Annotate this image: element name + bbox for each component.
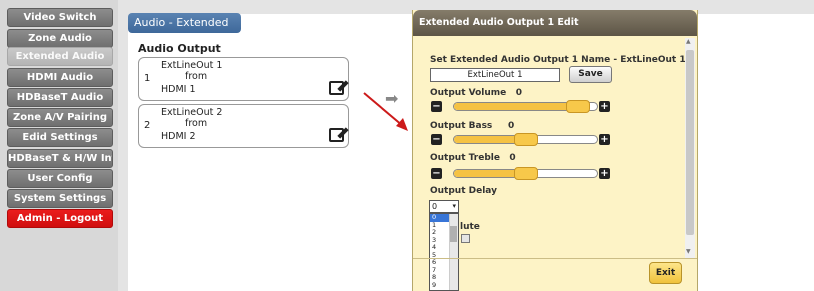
output-number: 1 (144, 73, 151, 84)
sidebar-item-system-settings[interactable]: System Settings (7, 189, 113, 208)
edit-icon[interactable] (329, 128, 344, 142)
dropdown-scroll-thumb[interactable] (450, 226, 457, 242)
delay-dropdown-list[interactable]: 0123456789 (429, 213, 459, 291)
section-title: Audio Output (138, 42, 221, 55)
edit-dialog: Extended Audio Output 1 Edit Set Extende… (412, 10, 698, 291)
dialog-title: Extended Audio Output 1 Edit (413, 10, 697, 36)
bass-slider-thumb[interactable] (513, 133, 538, 146)
panel-right-area (698, 14, 814, 291)
delay-label: Output Delay (430, 186, 497, 196)
sidebar-item-extended-audio[interactable]: Extended Audio (7, 47, 113, 66)
output-source: HDMI 2 (161, 131, 196, 142)
edit-icon[interactable] (329, 81, 344, 95)
treble-minus-button[interactable]: − (431, 168, 442, 179)
sidebar-item-admin-logout[interactable]: Admin - Logout (7, 209, 113, 228)
sidebar-item-video-switch[interactable]: Video Switch (7, 8, 113, 27)
exit-button[interactable]: Exit (649, 262, 682, 284)
volume-label: Output Volume 0 (430, 88, 522, 98)
sidebar-item-zone-av-pairing[interactable]: Zone A/V Pairing (7, 108, 113, 127)
sidebar-item-hdbaset-audio[interactable]: HDBaseT Audio (7, 88, 113, 107)
annotation-arrow-icon (363, 92, 408, 131)
dialog-scroll-thumb[interactable] (686, 50, 694, 235)
sidebar-item-hdmi-audio[interactable]: HDMI Audio (7, 68, 113, 87)
treble-value: 0 (509, 153, 516, 163)
treble-plus-button[interactable]: + (599, 168, 610, 179)
volume-slider-fill (454, 103, 577, 110)
bass-label: Output Bass 0 (430, 121, 515, 131)
volume-value: 0 (515, 88, 522, 98)
volume-plus-button[interactable]: + (599, 101, 610, 112)
sidebar-item-hdbaset-hw-info[interactable]: HDBaseT & H/W Info (7, 149, 113, 168)
panel-tab-audio-extended: Audio - Extended (128, 13, 241, 33)
bass-plus-button[interactable]: + (599, 134, 610, 145)
dialog-scrollbar[interactable]: ▲ ▼ (685, 38, 695, 258)
sidebar-item-user-config[interactable]: User Config (7, 169, 113, 188)
delay-select[interactable]: 0 (429, 200, 459, 213)
sidebar-nav: Video Switch Zone Audio Extended Audio H… (0, 0, 118, 291)
mute-checkbox[interactable] (461, 234, 470, 243)
output-card-2: 2 ExtLineOut 2 from HDMI 2 (138, 104, 349, 148)
output-from-label: from (185, 71, 208, 82)
volume-slider-thumb[interactable] (565, 100, 590, 113)
output-card-1: 1 ExtLineOut 1 from HDMI 1 (138, 57, 349, 101)
dropdown-scrollbar[interactable] (449, 214, 458, 290)
mute-label: lute (460, 222, 480, 232)
sidebar-item-edid-settings[interactable]: Edid Settings (7, 128, 113, 147)
output-source: HDMI 1 (161, 84, 196, 95)
volume-minus-button[interactable]: − (431, 101, 442, 112)
scroll-up-icon[interactable]: ▲ (686, 38, 691, 45)
output-name: ExtLineOut 1 (161, 60, 223, 71)
output-name-input[interactable]: ExtLineOut 1 (430, 68, 560, 82)
bass-minus-button[interactable]: − (431, 134, 442, 145)
output-number: 2 (144, 120, 151, 131)
dialog-divider (413, 258, 697, 259)
scroll-down-icon[interactable]: ▼ (686, 248, 691, 255)
output-name: ExtLineOut 2 (161, 107, 223, 118)
name-label: Set Extended Audio Output 1 Name - ExtLi… (430, 55, 686, 65)
output-from-label: from (185, 118, 208, 129)
treble-slider-thumb[interactable] (513, 167, 538, 180)
treble-label: Output Treble 0 (430, 153, 516, 163)
sidebar-item-zone-audio[interactable]: Zone Audio (7, 29, 113, 48)
save-button[interactable]: Save (569, 66, 612, 83)
bass-value: 0 (507, 121, 515, 131)
